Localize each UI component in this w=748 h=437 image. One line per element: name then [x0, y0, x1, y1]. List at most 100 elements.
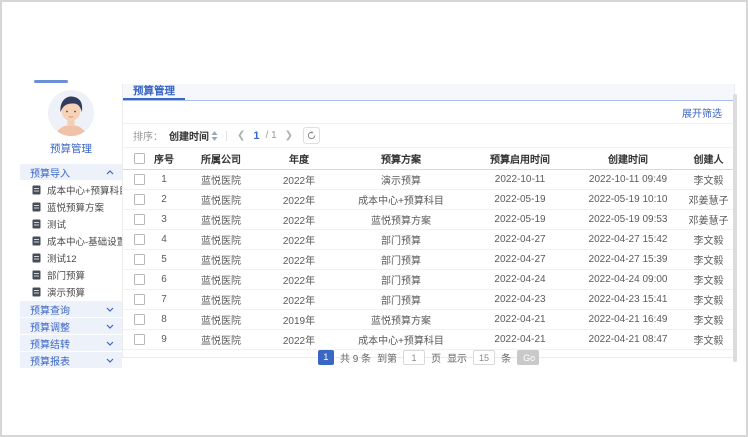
sidebar-group-4[interactable]: 预算报表 [20, 352, 122, 368]
select-all-checkbox[interactable] [134, 153, 145, 164]
row-checkbox-cell [123, 194, 149, 205]
cell-created: 2022-10-11 09:49 [573, 174, 683, 185]
current-page: 1 [253, 130, 259, 142]
cell-plan: 成本中心+预算科目 [335, 332, 467, 347]
page-size-input[interactable] [473, 350, 495, 365]
table-body: 1蓝悦医院2022年演示预算2022-10-112022-10-11 09:49… [123, 170, 734, 350]
page-1-button[interactable]: 1 [318, 350, 334, 365]
table-row[interactable]: 9蓝悦医院2022年成本中心+预算科目2022-04-212022-04-21 … [123, 330, 734, 350]
sidebar-item-0-5[interactable]: 部门预算 [20, 266, 122, 283]
row-checkbox[interactable] [134, 194, 145, 205]
sidebar-group-label: 预算调整 [30, 319, 70, 334]
cell-creator: 李文毅 [683, 332, 734, 347]
row-checkbox-cell [123, 174, 149, 185]
row-checkbox[interactable] [134, 314, 145, 325]
sidebar-item-0-6[interactable]: 演示预算 [20, 283, 122, 300]
row-checkbox[interactable] [134, 234, 145, 245]
sidebar-item-label: 测试 [47, 217, 66, 231]
sidebar-item-0-4[interactable]: 测试12 [20, 249, 122, 266]
row-checkbox[interactable] [134, 254, 145, 265]
sidebar-group-1[interactable]: 预算查询 [20, 301, 122, 317]
prev-page-icon[interactable]: ❮ [235, 130, 247, 141]
cell-created: 2022-05-19 10:10 [573, 194, 683, 205]
sidebar-group-3[interactable]: 预算结转 [20, 335, 122, 351]
page-scrollbar[interactable] [733, 94, 737, 362]
page-unit-label: 页 [431, 350, 441, 365]
row-checkbox-cell [123, 294, 149, 305]
table-row[interactable]: 8蓝悦医院2019年蓝悦预算方案2022-04-212022-04-21 16:… [123, 310, 734, 330]
goto-page-input[interactable] [403, 350, 425, 365]
cell-no: 8 [149, 314, 179, 325]
column-header-3: 预算方案 [335, 151, 467, 166]
row-checkbox-cell [123, 274, 149, 285]
cell-plan: 部门预算 [335, 232, 467, 247]
cell-creator: 李文毅 [683, 272, 734, 287]
cell-enable_date: 2022-05-19 [467, 214, 573, 225]
row-checkbox-cell [123, 334, 149, 345]
cell-created: 2022-05-19 09:53 [573, 214, 683, 225]
pagination-bar: 1 共 9 条 到第 页 显示 条 Go [123, 350, 734, 365]
table-row[interactable]: 2蓝悦医院2022年成本中心+预算科目2022-05-192022-05-19 … [123, 190, 734, 210]
cell-enable_date: 2022-04-23 [467, 294, 573, 305]
tab-budget-management[interactable]: 预算管理 [123, 84, 185, 100]
next-page-icon[interactable]: ❯ [283, 130, 295, 141]
cell-enable_date: 2022-04-27 [467, 234, 573, 245]
table-row[interactable]: 6蓝悦医院2022年部门预算2022-04-242022-04-24 09:00… [123, 270, 734, 290]
cell-year: 2022年 [263, 192, 335, 207]
cell-plan: 成本中心+预算科目 [335, 192, 467, 207]
document-icon [32, 202, 41, 212]
chevron-down-icon [106, 307, 114, 312]
cell-created: 2022-04-24 09:00 [573, 274, 683, 285]
row-checkbox[interactable] [134, 274, 145, 285]
cell-company: 蓝悦医院 [179, 292, 263, 307]
table-row[interactable]: 4蓝悦医院2022年部门预算2022-04-272022-04-27 15:42… [123, 230, 734, 250]
refresh-button[interactable] [303, 127, 320, 144]
sidebar-menu: 预算导入成本中心+预算科目蓝悦预算方案测试成本中心-基础设置...测试12 部门预… [20, 164, 122, 368]
sidebar-item-0-1[interactable]: 蓝悦预算方案 [20, 198, 122, 215]
document-icon [32, 185, 41, 195]
app-window: 预算管理 预算导入成本中心+预算科目蓝悦预算方案测试成本中心-基础设置...测试… [0, 0, 748, 437]
sidebar-group-0[interactable]: 预算导入 [20, 164, 122, 180]
column-header-5: 创建时间 [573, 151, 683, 166]
cell-enable_date: 2022-04-27 [467, 254, 573, 265]
show-label: 显示 [447, 350, 467, 365]
goto-label: 到第 [377, 350, 397, 365]
sidebar-group-label: 预算导入 [30, 165, 70, 180]
row-checkbox[interactable] [134, 334, 145, 345]
document-icon [32, 236, 41, 246]
cell-created: 2022-04-21 16:49 [573, 314, 683, 325]
cell-year: 2022年 [263, 272, 335, 287]
row-checkbox[interactable] [134, 294, 145, 305]
sidebar-item-0-0[interactable]: 成本中心+预算科目 [20, 181, 122, 198]
sort-bar: 排序： 创建时间 ❮ 1 / 1 ❯ [123, 124, 734, 148]
row-checkbox[interactable] [134, 214, 145, 225]
sidebar-item-0-2[interactable]: 测试 [20, 215, 122, 232]
sort-label: 排序： [133, 128, 163, 143]
sort-carets-icon [211, 131, 218, 141]
column-header-1: 所属公司 [179, 151, 263, 166]
cell-creator: 李文毅 [683, 312, 734, 327]
cell-plan: 部门预算 [335, 292, 467, 307]
expand-filter-link[interactable]: 展开筛选 [682, 105, 722, 120]
header-checkbox-cell [123, 153, 149, 164]
cell-no: 5 [149, 254, 179, 265]
document-icon [32, 253, 41, 263]
sidebar-item-label: 部门预算 [47, 268, 85, 282]
sidebar-group-2[interactable]: 预算调整 [20, 318, 122, 334]
cell-created: 2022-04-27 15:39 [573, 254, 683, 265]
sidebar-item-0-3[interactable]: 成本中心-基础设置... [20, 232, 122, 249]
sort-field-created-time[interactable]: 创建时间 [169, 128, 218, 143]
cell-enable_date: 2022-05-19 [467, 194, 573, 205]
cell-company: 蓝悦医院 [179, 232, 263, 247]
cell-year: 2022年 [263, 172, 335, 187]
chevron-up-icon [106, 170, 114, 175]
table-row[interactable]: 1蓝悦医院2022年演示预算2022-10-112022-10-11 09:49… [123, 170, 734, 190]
row-checkbox-cell [123, 254, 149, 265]
table-row[interactable]: 3蓝悦医院2022年蓝悦预算方案2022-05-192022-05-19 09:… [123, 210, 734, 230]
table-row[interactable]: 5蓝悦医院2022年部门预算2022-04-272022-04-27 15:39… [123, 250, 734, 270]
cell-year: 2022年 [263, 232, 335, 247]
table-row[interactable]: 7蓝悦医院2022年部门预算2022-04-232022-04-23 15:41… [123, 290, 734, 310]
row-checkbox[interactable] [134, 174, 145, 185]
cell-plan: 部门预算 [335, 272, 467, 287]
go-button[interactable]: Go [517, 350, 539, 365]
